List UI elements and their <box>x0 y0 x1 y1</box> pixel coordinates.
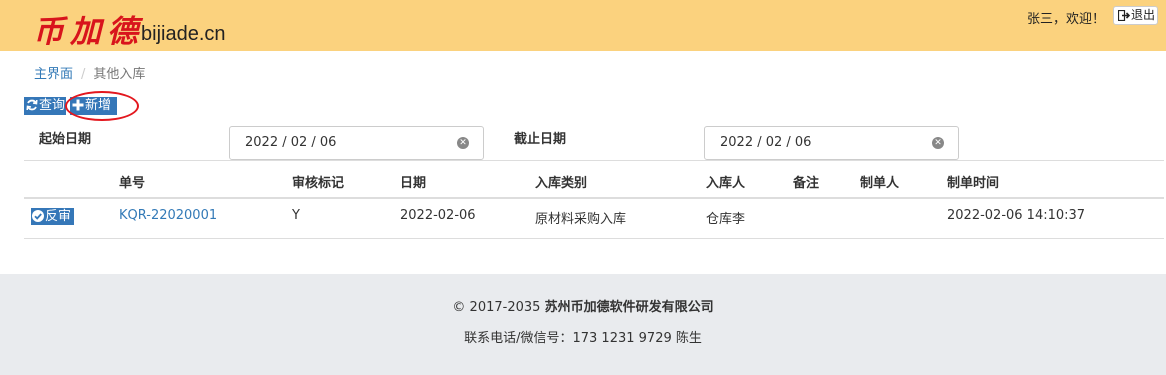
top-header: 币加德 bijiade.cn 张三，欢迎！ 退出 <box>0 0 1166 51</box>
query-button[interactable]: 查询 <box>24 97 66 115</box>
clear-end-date-icon[interactable]: ✕ <box>932 137 944 149</box>
clear-start-date-icon[interactable]: ✕ <box>457 137 469 149</box>
logo-domain: bijiade.cn <box>141 23 226 45</box>
welcome-text: 张三，欢迎！ <box>1027 12 1106 27</box>
start-date-label: 起始日期 <box>39 132 92 147</box>
refresh-icon <box>26 99 38 111</box>
end-date-input[interactable]: 2022 / 02 / 06 ✕ <box>704 126 959 160</box>
unreview-button[interactable]: 反审 <box>31 208 74 225</box>
unreview-label: 反审 <box>45 209 72 224</box>
page-footer: © 2017-2035 苏州币加德软件研发有限公司 联系电话/微信号：173 1… <box>0 274 1166 375</box>
logout-button[interactable]: 退出 <box>1113 6 1158 25</box>
highlight-oval <box>65 91 139 121</box>
end-date-label: 截止日期 <box>514 132 567 147</box>
cell-review-flag: Y <box>292 208 300 223</box>
column-header-created-time: 制单时间 <box>947 176 1000 191</box>
query-label: 查询 <box>39 98 66 113</box>
start-date-value: 2022 / 02 / 06 <box>245 135 337 150</box>
column-header-category: 入库类别 <box>535 176 588 191</box>
column-header-review-flag: 审核标记 <box>292 176 345 191</box>
breadcrumb-current: 其他入库 <box>93 67 146 82</box>
column-header-date: 日期 <box>400 176 427 191</box>
copyright-prefix: © 2017-2035 <box>452 300 541 315</box>
end-date-value: 2022 / 02 / 06 <box>720 135 812 150</box>
cell-number-link[interactable]: KQR-22020001 <box>119 208 217 223</box>
sign-out-icon <box>1117 9 1131 22</box>
breadcrumb-separator: / <box>81 67 86 82</box>
check-circle-icon <box>32 210 44 222</box>
logo-chinese: 币加德 <box>33 14 144 50</box>
column-header-creator: 制单人 <box>860 176 900 191</box>
breadcrumb: 主界面 / 其他入库 <box>34 63 145 82</box>
copyright-line: © 2017-2035 苏州币加德软件研发有限公司 <box>0 296 1166 315</box>
column-header-number: 单号 <box>119 176 146 191</box>
table-header-divider <box>24 197 1164 199</box>
cell-receiver: 仓库李 <box>706 212 746 227</box>
cell-date: 2022-02-06 <box>400 208 476 223</box>
start-date-input[interactable]: 2022 / 02 / 06 ✕ <box>229 126 484 160</box>
table-bottom-divider <box>24 238 1164 239</box>
cell-category: 原材料采购入库 <box>535 212 627 227</box>
company-name: 苏州币加德软件研发有限公司 <box>544 300 714 315</box>
contact-info: 联系电话/微信号：173 1231 9729 陈生 <box>464 331 702 346</box>
column-header-remark: 备注 <box>793 176 820 191</box>
logout-label: 退出 <box>1131 8 1156 22</box>
cell-created-time: 2022-02-06 14:10:37 <box>947 208 1086 223</box>
column-header-receiver: 入库人 <box>706 176 746 191</box>
table-top-divider <box>24 160 1164 161</box>
breadcrumb-home-link[interactable]: 主界面 <box>34 67 73 82</box>
